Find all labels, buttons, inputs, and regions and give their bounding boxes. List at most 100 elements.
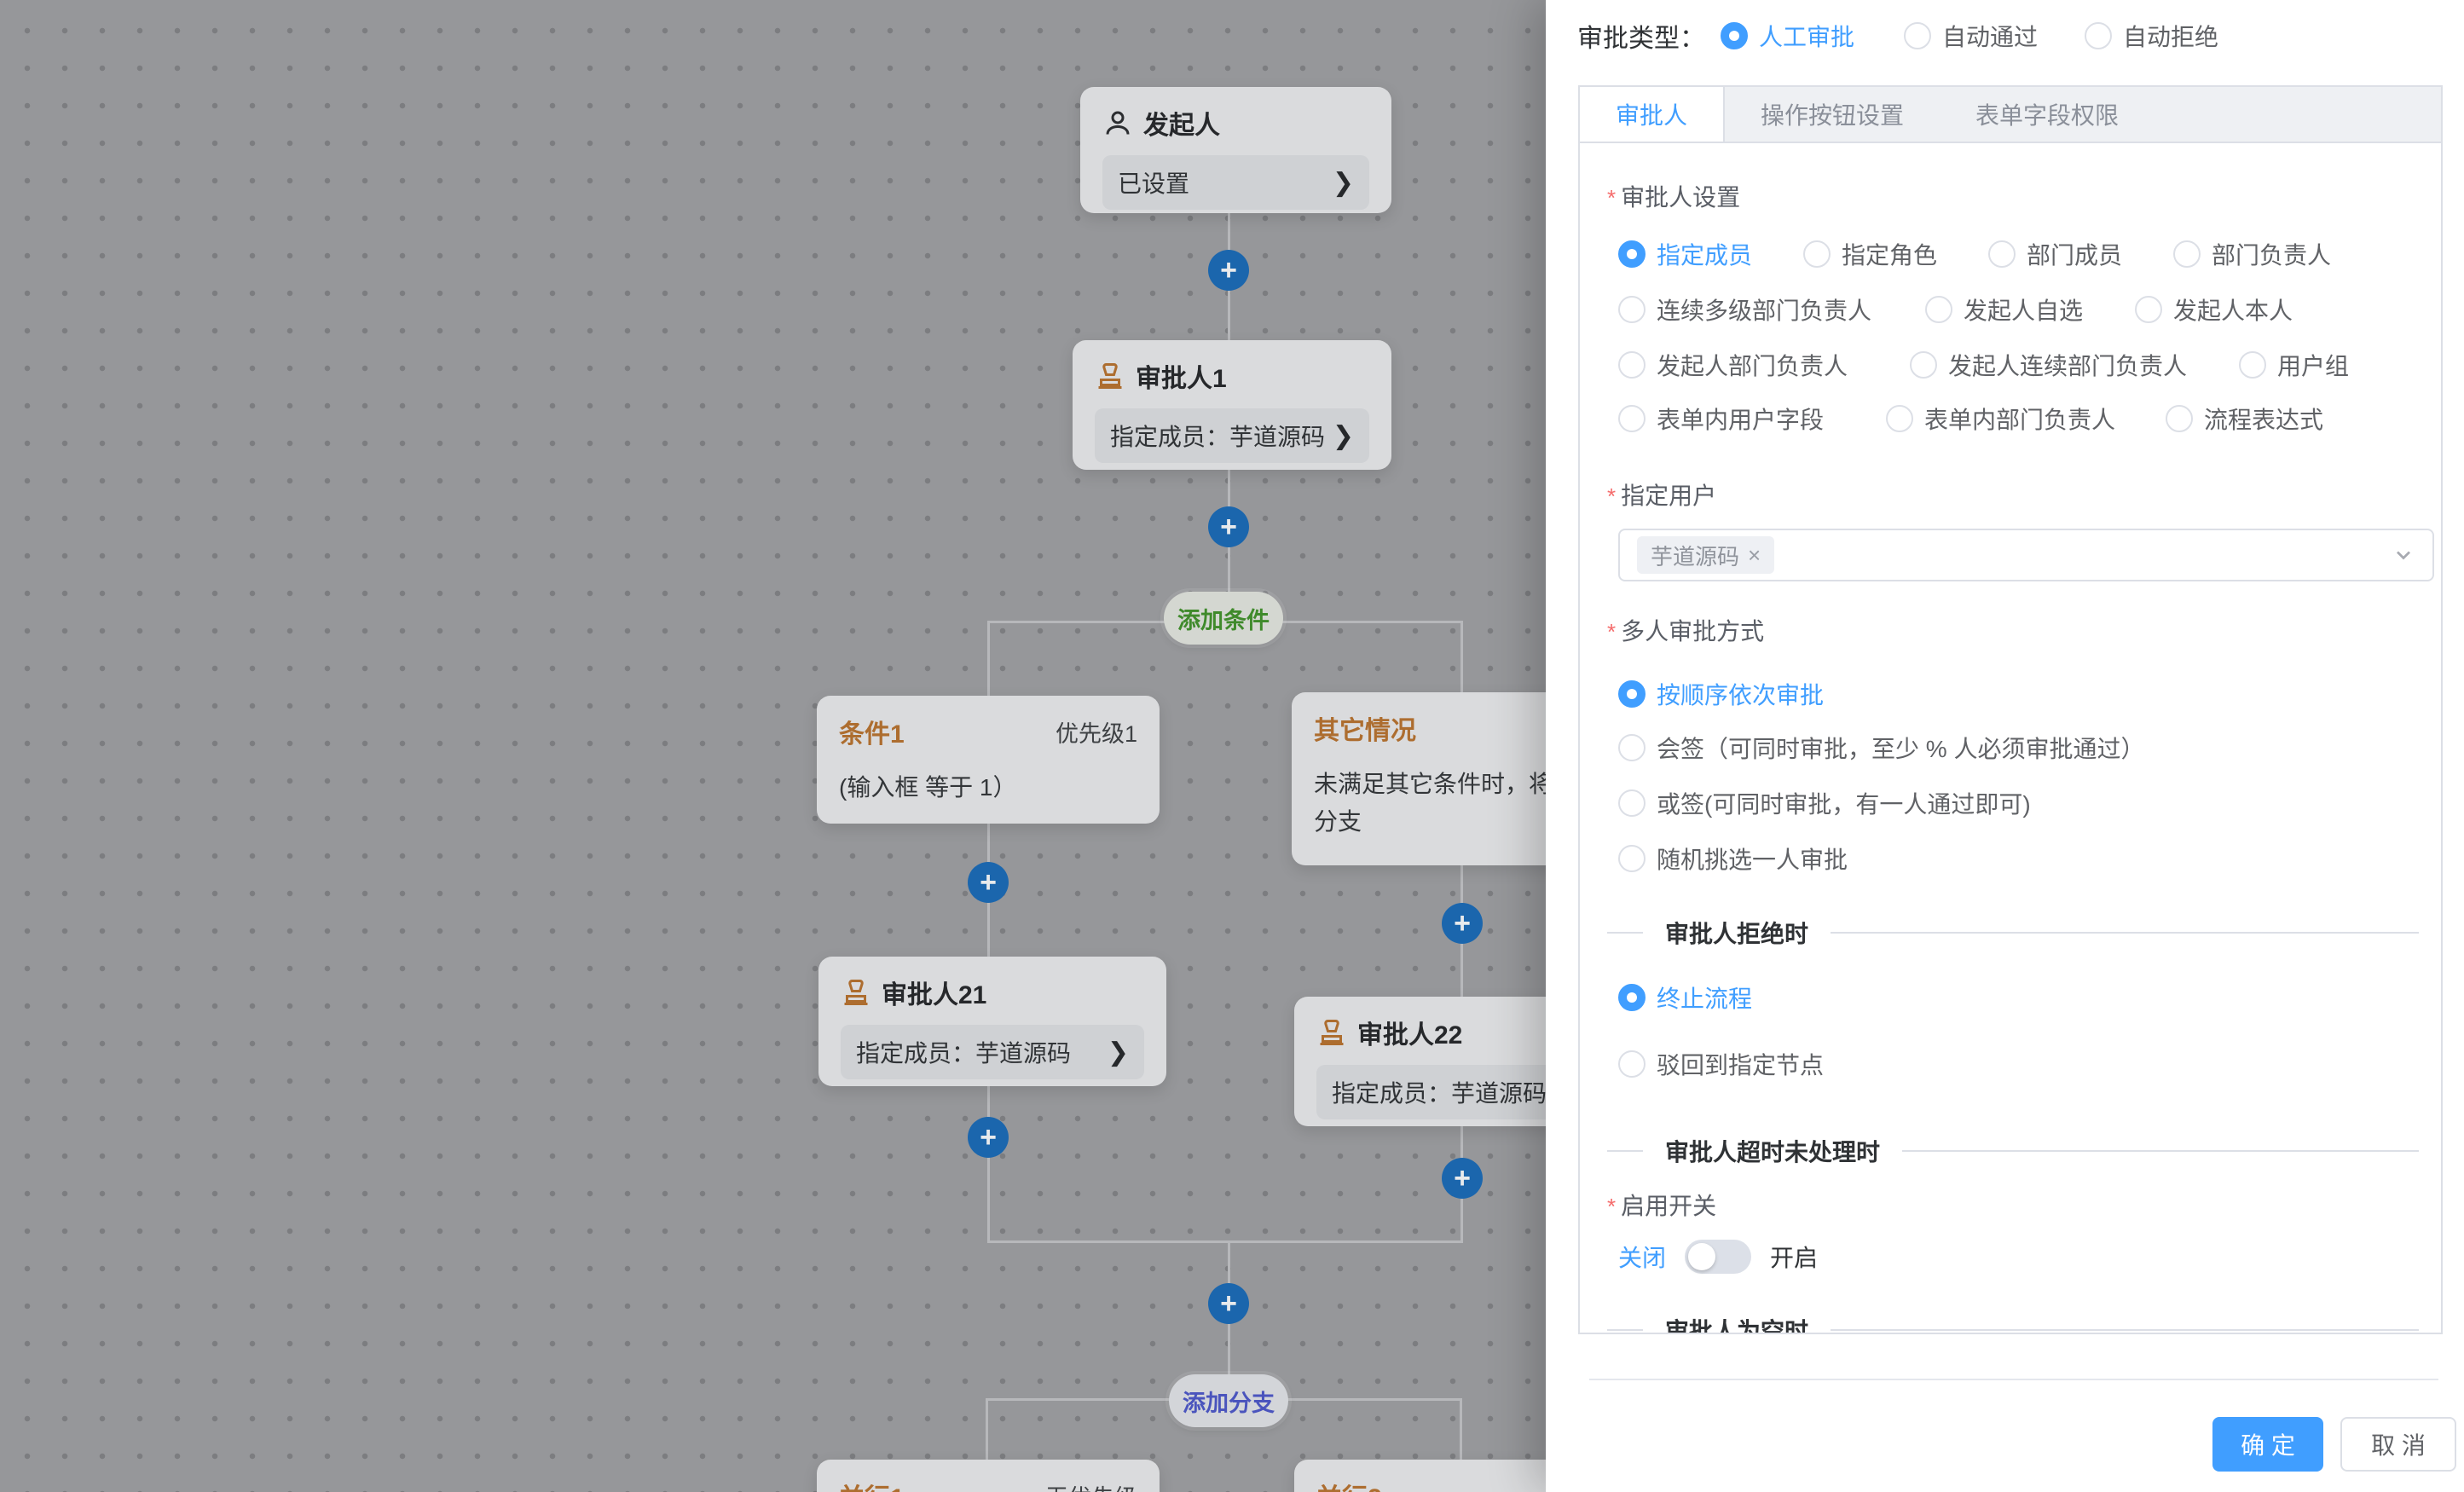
plus-icon: +	[1220, 256, 1237, 285]
chevron-right-icon: ❯	[1333, 168, 1354, 198]
add-condition-button[interactable]: 添加条件	[1164, 592, 1283, 645]
reject-section-divider: 审批人拒绝时	[1607, 916, 2419, 950]
plus-icon: +	[980, 1123, 997, 1152]
node-summary[interactable]: 指定成员：芋道源码 ❯	[841, 1025, 1144, 1079]
start-node[interactable]: 发起人 已设置 ❯	[1080, 87, 1391, 213]
radio-icon	[1925, 296, 1952, 323]
condition1-node[interactable]: 条件1 优先级1 (输入框 等于 1）	[817, 696, 1160, 824]
assign-user-label: *指定用户	[1607, 477, 1716, 512]
tab-bar: 审批人 操作按钮设置 表单字段权限	[1580, 87, 2441, 143]
approver-option[interactable]: 部门负责人	[2173, 237, 2331, 271]
workflow-designer: 发起人 已设置 ❯ + 审批人1 指定成员：芋道源码 ❯ + 添加条件	[0, 0, 2464, 1492]
radio-icon	[1618, 296, 1646, 323]
approver1-node[interactable]: 审批人1 指定成员：芋道源码 ❯	[1073, 340, 1391, 470]
priority-label: 优先级1	[1056, 715, 1137, 749]
approval-type-manual[interactable]: 人工审批	[1721, 19, 1854, 53]
assign-user-select[interactable]: 芋道源码 ×	[1618, 529, 2434, 581]
stamp-icon	[1316, 1017, 1347, 1048]
radio-icon	[1988, 240, 2016, 268]
person-icon	[1102, 107, 1133, 138]
tab-button-settings[interactable]: 操作按钮设置	[1725, 87, 1940, 142]
section-title: 审批人为空时	[1665, 1313, 1808, 1334]
approver-option[interactable]: 用户组	[2239, 348, 2349, 382]
approval-type-auto-pass[interactable]: 自动通过	[1904, 19, 2038, 53]
add-node-button[interactable]: +	[1442, 1158, 1483, 1199]
enable-toggle[interactable]	[1685, 1240, 1751, 1274]
close-icon[interactable]: ×	[1748, 542, 1761, 569]
approver-option[interactable]: 表单内部门负责人	[1886, 402, 2115, 436]
section-title: 审批人拒绝时	[1665, 916, 1808, 950]
reject-option-terminate[interactable]: 终止流程	[1618, 980, 1752, 1015]
radio-icon	[1721, 22, 1748, 49]
add-branch-button[interactable]: 添加分支	[1169, 1374, 1288, 1427]
add-node-button[interactable]: +	[1208, 250, 1249, 291]
toggle-knob	[1688, 1243, 1715, 1270]
node-title: 并行1	[839, 1477, 905, 1492]
multi-approve-label: *多人审批方式	[1607, 613, 1764, 647]
required-asterisk: *	[1607, 1194, 1616, 1219]
multi-approve-option[interactable]: 按顺序依次审批	[1618, 677, 1824, 711]
stamp-icon	[1095, 361, 1125, 391]
multi-approve-option[interactable]: 随机挑选一人审批	[1618, 841, 1848, 876]
required-asterisk: *	[1607, 185, 1616, 211]
node-summary[interactable]: 已设置 ❯	[1102, 155, 1369, 210]
multi-approve-option[interactable]: 会签（可同时审批，至少 % 人必须审批通过）	[1618, 731, 2144, 765]
condition-expression: (输入框 等于 1）	[839, 769, 1137, 807]
radio-icon	[1618, 680, 1646, 708]
approver-option[interactable]: 部门成员	[1988, 237, 2122, 271]
radio-icon	[1904, 22, 1931, 49]
node-title: 并行2	[1316, 1477, 1382, 1492]
timeout-section-divider: 审批人超时未处理时	[1607, 1134, 2419, 1168]
approver-option[interactable]: 流程表达式	[2166, 402, 2323, 436]
radio-icon	[1803, 240, 1831, 268]
enable-switch-label: *启用开关	[1607, 1188, 1716, 1222]
approver-option[interactable]: 表单内用户字段	[1618, 402, 1824, 436]
tab-form-permissions[interactable]: 表单字段权限	[1940, 87, 2155, 142]
approver21-node[interactable]: 审批人21 指定成员：芋道源码 ❯	[818, 957, 1166, 1086]
approver-option[interactable]: 连续多级部门负责人	[1618, 292, 1871, 327]
approver-option[interactable]: 发起人本人	[2135, 292, 2293, 327]
plus-icon: +	[1220, 512, 1237, 541]
approver-option[interactable]: 发起人部门负责人	[1618, 348, 1848, 382]
timeout-switch-row: 关闭 开启	[1618, 1240, 1818, 1274]
radio-icon	[2166, 405, 2193, 432]
radio-icon	[2173, 240, 2201, 268]
tab-approver[interactable]: 审批人	[1580, 87, 1725, 142]
node-title: 审批人21	[882, 974, 986, 1011]
add-node-button[interactable]: +	[1208, 1283, 1249, 1324]
config-tabs-panel: 审批人 操作按钮设置 表单字段权限 *审批人设置 指定成员 指定角色 部门成员 …	[1578, 85, 2443, 1334]
radio-icon	[1618, 789, 1646, 817]
add-node-button[interactable]: +	[968, 1117, 1009, 1158]
reject-option-return-node[interactable]: 驳回到指定节点	[1618, 1047, 1824, 1081]
add-node-button[interactable]: +	[1208, 506, 1249, 547]
approver-option[interactable]: 指定成员	[1618, 237, 1752, 271]
node-summary[interactable]: 指定成员：芋道源码 ❯	[1095, 408, 1369, 463]
approver-option[interactable]: 发起人连续部门负责人	[1910, 348, 2187, 382]
add-node-button[interactable]: +	[1442, 903, 1483, 944]
connector-line	[987, 621, 990, 697]
radio-icon	[1618, 240, 1646, 268]
radio-icon	[1886, 405, 1913, 432]
plus-icon: +	[980, 868, 997, 897]
multi-approve-option[interactable]: 或签(可同时审批，有一人通过即可)	[1618, 786, 2031, 820]
parallel1-node[interactable]: 并行1 无优先级	[817, 1460, 1160, 1492]
radio-icon	[1618, 845, 1646, 872]
cancel-button[interactable]: 取 消	[2340, 1417, 2456, 1472]
chevron-right-icon: ❯	[1333, 421, 1354, 451]
merge-line	[987, 1240, 1463, 1243]
radio-icon	[1618, 734, 1646, 761]
approver-option[interactable]: 发起人自选	[1925, 292, 2083, 327]
priority-label: 无优先级	[1045, 1479, 1137, 1492]
node-title: 审批人22	[1357, 1014, 1462, 1051]
confirm-button[interactable]: 确 定	[2212, 1417, 2323, 1472]
radio-icon	[1618, 1050, 1646, 1078]
switch-off-label: 关闭	[1618, 1240, 1666, 1274]
approval-type-auto-reject[interactable]: 自动拒绝	[2085, 19, 2218, 53]
radio-icon	[2239, 351, 2266, 379]
add-node-button[interactable]: +	[968, 862, 1009, 903]
node-title: 审批人1	[1136, 357, 1227, 395]
section-title: 审批人超时未处理时	[1665, 1134, 1880, 1168]
plus-icon: +	[1454, 1164, 1471, 1193]
connector-line	[1460, 621, 1463, 694]
approver-option[interactable]: 指定角色	[1803, 237, 1937, 271]
